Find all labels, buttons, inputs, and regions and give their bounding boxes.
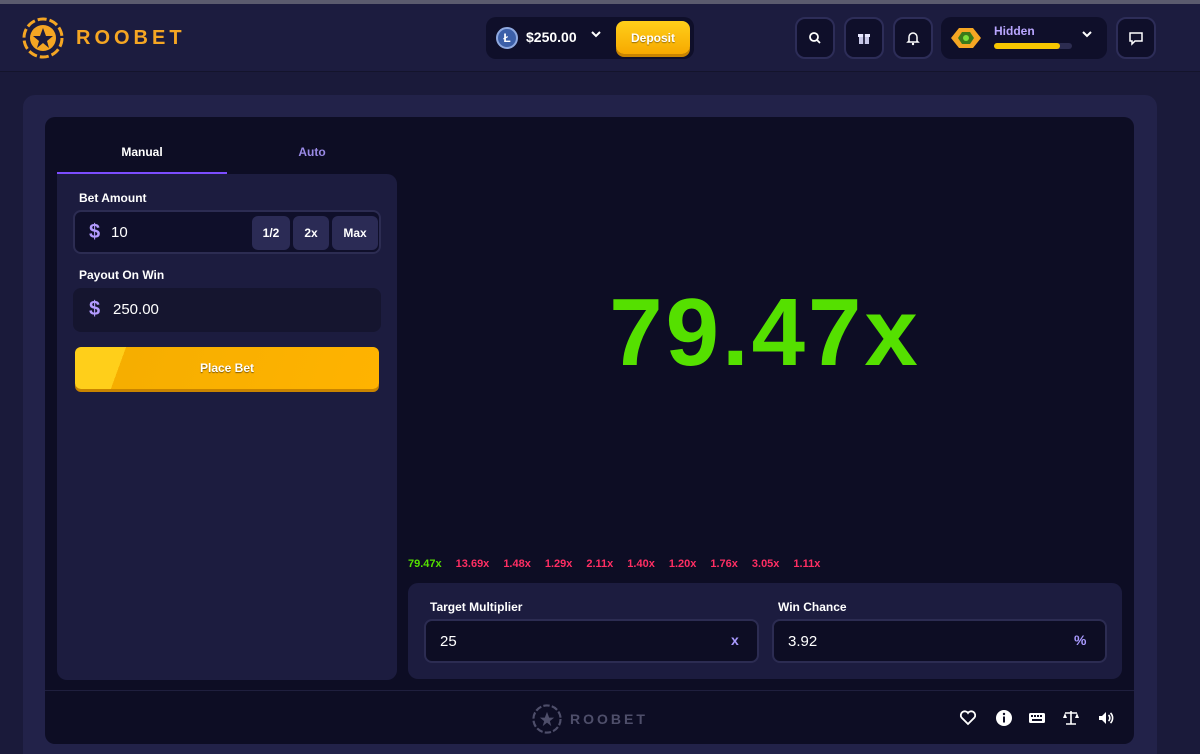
balance-selector[interactable]: Ł $250.00 Deposit (486, 17, 694, 59)
win-chance-label: Win Chance (778, 600, 847, 614)
bet-amount-input[interactable]: 10 (111, 224, 128, 241)
history-item[interactable]: 3.05x (752, 558, 780, 572)
roobet-logo[interactable]: ROOBET (22, 17, 186, 59)
dollar-icon: $ (89, 298, 101, 320)
gift-icon (858, 34, 870, 44)
max-bet-button[interactable]: Max (332, 216, 378, 250)
place-bet-button[interactable]: Place Bet (75, 347, 379, 389)
win-chance-field[interactable]: 3.92 % (772, 619, 1107, 663)
info-icon (996, 710, 1012, 726)
multiplier-suffix: x (731, 632, 739, 648)
win-chance-input[interactable]: 3.92 (788, 633, 817, 650)
history-item[interactable]: 1.40x (627, 558, 655, 572)
chevron-down-icon (1081, 28, 1093, 43)
result-multiplier: 79.47x (609, 279, 921, 386)
info-button[interactable] (994, 708, 1014, 728)
history-item[interactable]: 1.48x (503, 558, 531, 572)
double-bet-button[interactable]: 2x (293, 216, 329, 250)
history-item[interactable]: 13.69x (456, 558, 490, 572)
roobet-logo-icon (532, 704, 562, 734)
brand-name: ROOBET (76, 26, 186, 49)
target-multiplier-input[interactable]: 25 (440, 633, 457, 650)
rewards-button[interactable] (844, 17, 884, 59)
fairness-scale-icon (1063, 711, 1079, 725)
game-controls: Target Multiplier 25 x Win Chance 3.92 % (408, 583, 1122, 679)
payout-value: 250.00 (113, 301, 159, 318)
history-item[interactable]: 1.29x (545, 558, 573, 572)
payout-field: $ 250.00 (73, 288, 381, 332)
user-menu[interactable]: Hidden (941, 17, 1107, 59)
footer-logo: ROOBET (532, 704, 648, 734)
search-icon (809, 32, 821, 44)
history-item[interactable]: 1.76x (710, 558, 738, 572)
bet-amount-label: Bet Amount (79, 191, 147, 205)
litecoin-icon: Ł (496, 27, 518, 49)
target-multiplier-field[interactable]: 25 x (424, 619, 759, 663)
chevron-down-icon (590, 28, 602, 43)
tab-manual[interactable]: Manual (57, 135, 227, 174)
username: Hidden (994, 24, 1035, 38)
xp-progress-bar (994, 43, 1072, 49)
heart-icon (959, 710, 977, 726)
search-button[interactable] (795, 17, 835, 59)
footer-brand-name: ROOBET (570, 711, 648, 727)
dollar-icon: $ (89, 221, 101, 243)
top-header: ROOBET Ł $250.00 Deposit Hidden (0, 4, 1200, 72)
history-item[interactable]: 2.11x (586, 558, 613, 572)
hotkeys-button[interactable] (1027, 708, 1047, 728)
recent-results: 79.47x 13.69x 1.48x 1.29x 2.11x 1.40x 1.20x 1.7… (408, 558, 834, 572)
tab-auto[interactable]: Auto (227, 135, 397, 174)
bet-amount-field[interactable]: $ 10 1/2 2x Max (73, 210, 381, 254)
half-bet-button[interactable]: 1/2 (252, 216, 290, 250)
notifications-button[interactable] (893, 17, 933, 59)
chat-button[interactable] (1116, 17, 1156, 59)
target-multiplier-label: Target Multiplier (430, 600, 523, 614)
history-item[interactable]: 79.47x (408, 558, 442, 572)
keyboard-icon (1029, 713, 1045, 723)
sound-button[interactable] (1096, 708, 1116, 728)
rank-badge-icon (951, 28, 981, 48)
bet-mode-tabs: Manual Auto (57, 135, 397, 175)
xp-progress-fill (994, 43, 1061, 49)
history-item[interactable]: 1.11x (793, 558, 820, 572)
fairness-button[interactable] (1061, 708, 1081, 728)
bell-icon (906, 32, 920, 46)
history-item[interactable]: 1.20x (669, 558, 697, 572)
volume-icon (1099, 712, 1114, 724)
footer-divider (45, 690, 1134, 691)
roobet-logo-icon (22, 17, 64, 59)
balance-amount: $250.00 (526, 29, 577, 45)
payout-label: Payout On Win (79, 268, 165, 282)
deposit-button[interactable]: Deposit (616, 21, 690, 54)
percent-suffix: % (1074, 632, 1087, 648)
favorite-button[interactable] (958, 708, 978, 728)
chat-icon (1129, 32, 1143, 46)
